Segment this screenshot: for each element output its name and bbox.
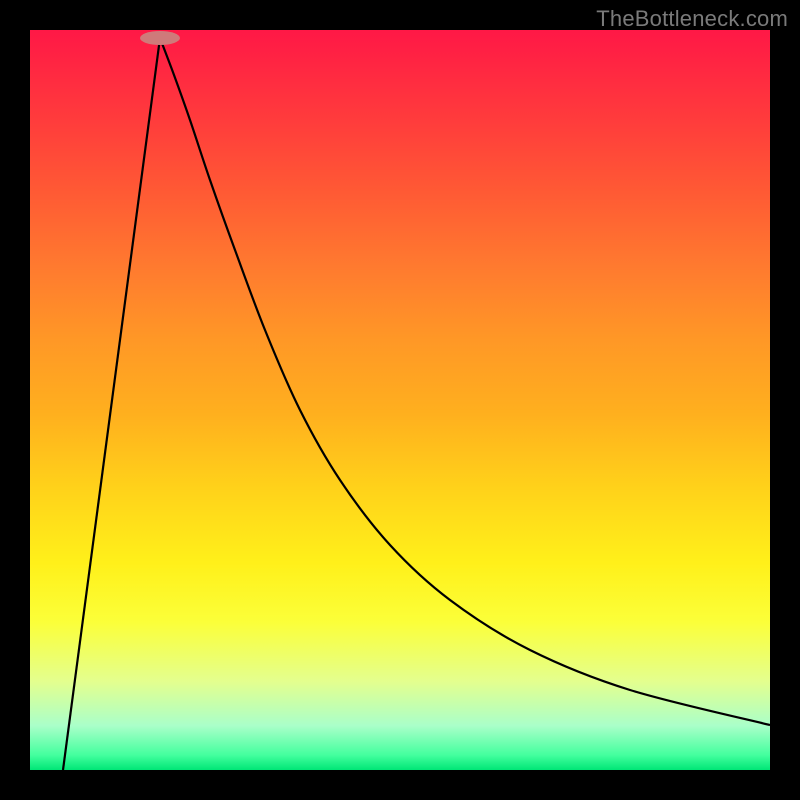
bottleneck-curve bbox=[30, 30, 770, 770]
source-watermark: TheBottleneck.com bbox=[596, 6, 788, 32]
optimum-marker bbox=[140, 31, 180, 45]
curve-right-branch bbox=[160, 38, 770, 725]
curve-left-branch bbox=[63, 38, 160, 770]
